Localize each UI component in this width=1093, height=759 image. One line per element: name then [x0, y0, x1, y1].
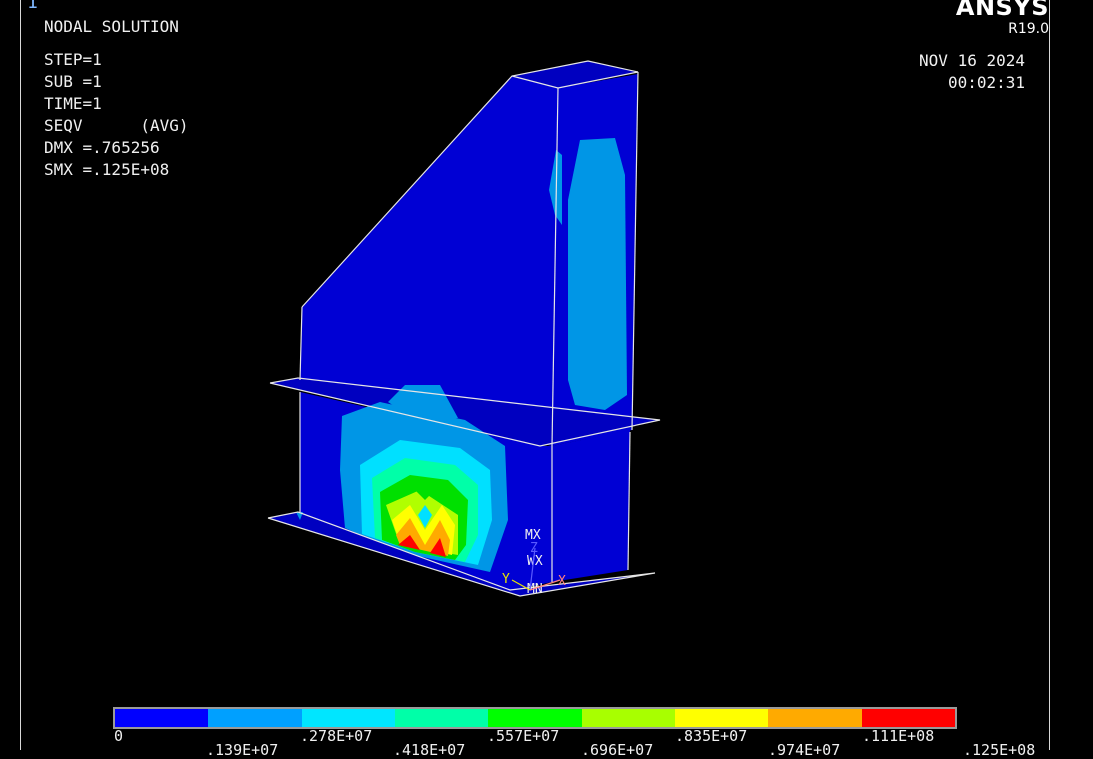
legend-swatch-2 — [301, 709, 395, 727]
legend-swatch-5 — [581, 709, 675, 727]
legend-tick-8: .111E+08 — [862, 727, 935, 745]
legend-tick-0: 0 — [114, 727, 124, 745]
legend-tick-6: .835E+07 — [675, 727, 748, 745]
legend-tick-5: .696E+07 — [581, 741, 654, 759]
legend-swatch-7 — [768, 709, 862, 727]
legend-swatch-1 — [208, 709, 302, 727]
fe-model-view[interactable]: MX Z WX Y X MN — [0, 0, 1093, 700]
legend-swatch-4 — [488, 709, 582, 727]
legend-tick-2: .278E+07 — [300, 727, 373, 745]
legend-swatch-3 — [394, 709, 489, 727]
legend-tick-4: .557E+07 — [487, 727, 560, 745]
web-side-face — [552, 430, 630, 582]
legend-tick-9: .125E+08 — [963, 741, 1036, 759]
legend-tick-7: .974E+07 — [768, 741, 841, 759]
legend-swatch-0 — [115, 709, 209, 727]
axis-y-label: Y — [502, 572, 510, 587]
legend-swatch-6 — [674, 709, 769, 727]
axis-x-label: X — [558, 574, 566, 589]
legend-tick-1: .139E+07 — [206, 741, 279, 759]
contour-side-band — [568, 138, 627, 410]
legend-tick-3: .418E+07 — [393, 741, 466, 759]
contour-legend-bar — [113, 707, 957, 729]
legend-swatch-8 — [861, 709, 955, 727]
wx-marker: WX — [527, 554, 543, 569]
